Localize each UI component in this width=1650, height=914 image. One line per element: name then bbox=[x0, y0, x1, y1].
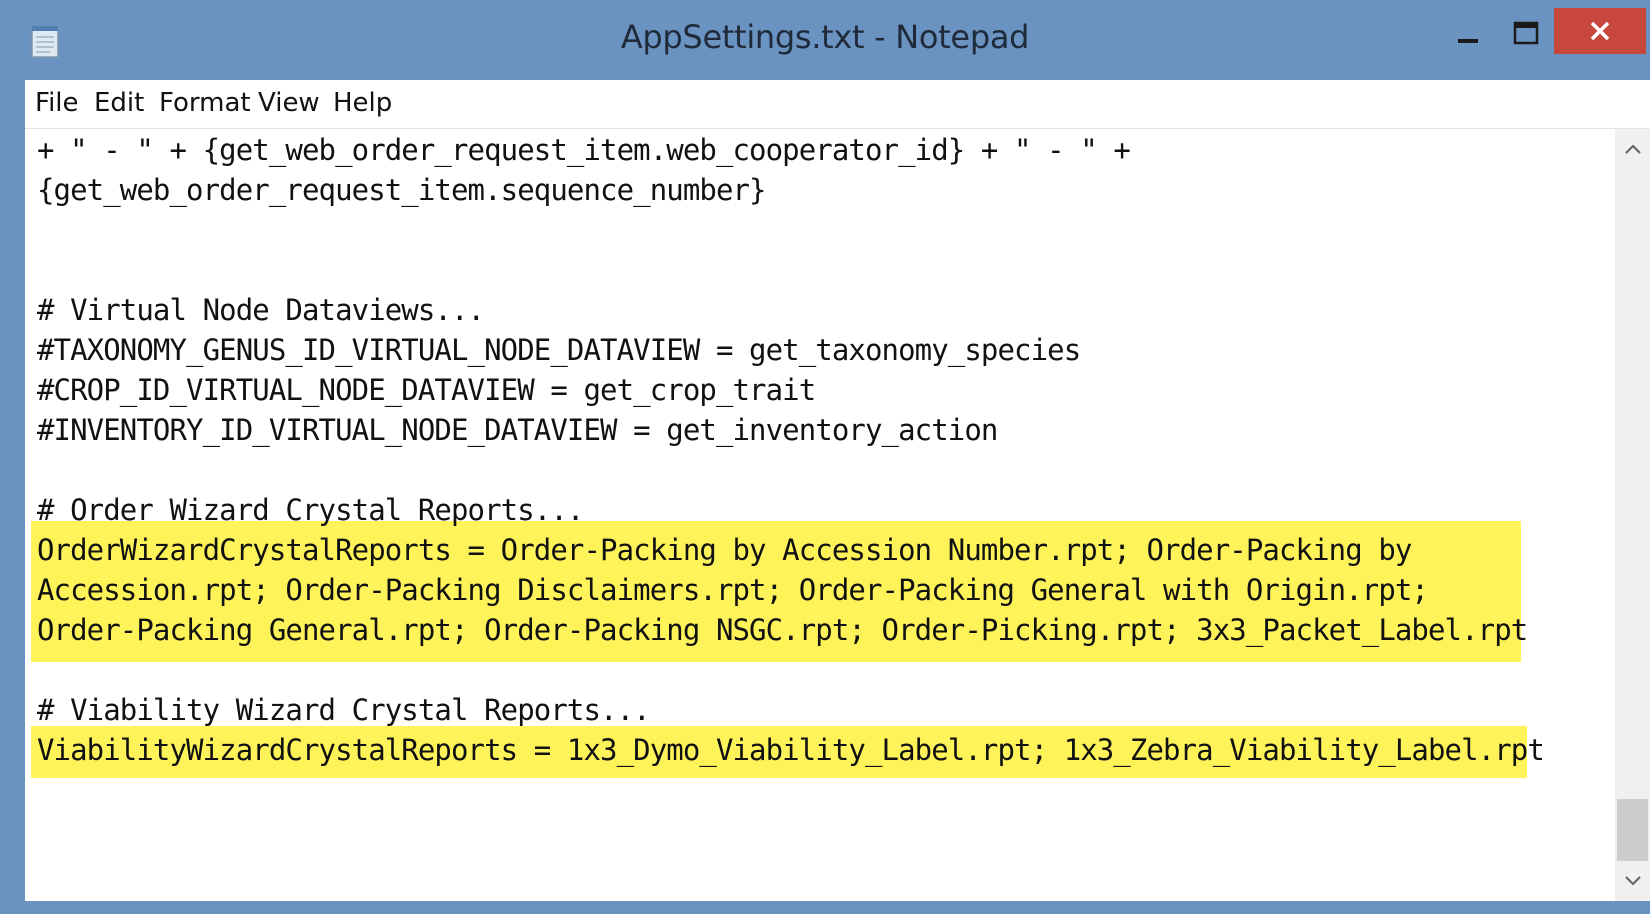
menu-file[interactable]: File bbox=[33, 88, 81, 118]
editor-line: ViabilityWizardCrystalReports = 1x3_Dymo… bbox=[37, 733, 1545, 767]
editor-line: # Viability Wizard Crystal Reports... bbox=[37, 693, 651, 727]
editor-line: Accession.rpt; Order-Packing Disclaimers… bbox=[37, 573, 1429, 607]
scroll-up-button[interactable] bbox=[1615, 129, 1650, 169]
close-icon bbox=[1590, 21, 1610, 41]
vertical-scrollbar[interactable] bbox=[1615, 129, 1650, 901]
minimize-button[interactable] bbox=[1440, 10, 1496, 56]
editor-line: Order-Packing General.rpt; Order-Packing… bbox=[37, 613, 1528, 647]
notepad-window: AppSettings.txt - Notepad File Edit Form… bbox=[0, 0, 1650, 914]
minimize-icon bbox=[1458, 39, 1478, 43]
close-button[interactable] bbox=[1554, 8, 1646, 54]
menu-edit[interactable]: Edit bbox=[92, 88, 146, 118]
scrollbar-thumb[interactable] bbox=[1617, 799, 1648, 861]
editor-line: #TAXONOMY_GENUS_ID_VIRTUAL_NODE_DATAVIEW… bbox=[37, 333, 1081, 367]
menu-format[interactable]: Format bbox=[157, 88, 253, 118]
chevron-down-icon bbox=[1624, 876, 1641, 886]
menu-view[interactable]: View bbox=[256, 88, 322, 118]
editor-line: # Order Wizard Crystal Reports... bbox=[37, 493, 584, 527]
maximize-button[interactable] bbox=[1498, 10, 1554, 56]
text-editor[interactable]: + " - " + {get_web_order_request_item.we… bbox=[25, 129, 1615, 901]
title-bar[interactable]: AppSettings.txt - Notepad bbox=[0, 0, 1650, 76]
editor-line: + " - " + {get_web_order_request_item.we… bbox=[37, 133, 1131, 167]
editor-line: #CROP_ID_VIRTUAL_NODE_DATAVIEW = get_cro… bbox=[37, 373, 816, 407]
editor-line: #INVENTORY_ID_VIRTUAL_NODE_DATAVIEW = ge… bbox=[37, 413, 998, 447]
menu-bar: File Edit Format View Help bbox=[25, 80, 1650, 129]
editor-line: # Virtual Node Dataviews... bbox=[37, 293, 485, 327]
editor-line: {get_web_order_request_item.sequence_num… bbox=[37, 173, 767, 207]
chevron-up-icon bbox=[1624, 144, 1641, 154]
maximize-icon bbox=[1513, 21, 1539, 45]
window-title: AppSettings.txt - Notepad bbox=[620, 18, 1030, 56]
scroll-down-button[interactable] bbox=[1615, 861, 1650, 901]
menu-help[interactable]: Help bbox=[331, 88, 394, 118]
editor-line: OrderWizardCrystalReports = Order-Packin… bbox=[37, 533, 1412, 567]
window-bottom-border bbox=[0, 901, 1650, 914]
